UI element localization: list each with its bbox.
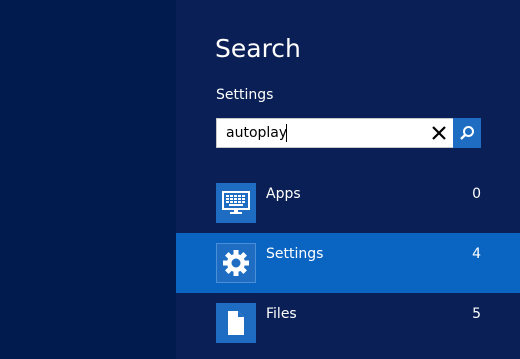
gear-icon [223,250,249,276]
text-caret [286,124,287,142]
start-screen-background [0,0,176,359]
result-count: 0 [472,186,481,202]
file-icon [228,311,244,335]
search-input[interactable] [217,119,422,147]
files-result-icon [216,303,256,343]
result-label: Apps [266,186,301,202]
search-button[interactable] [453,118,481,148]
apps-result-icon [216,183,256,223]
search-box [216,118,481,148]
settings-result-icon [216,243,256,283]
result-label: Files [266,306,297,322]
result-files[interactable]: Files 5 [176,293,520,353]
result-count: 4 [472,246,481,262]
result-count: 5 [472,306,481,322]
pane-title: Search [215,34,301,63]
result-apps[interactable]: Apps 0 [176,173,520,233]
result-label: Settings [266,246,324,262]
search-scope-label: Settings [216,87,274,103]
close-icon [432,126,446,140]
apps-icon [222,191,250,214]
search-charm-pane: Search Settings autoplay Apps 0 Settings… [176,0,520,359]
result-settings[interactable]: Settings 4 [176,233,520,293]
clear-search-button[interactable] [425,119,453,147]
search-icon [460,126,474,140]
